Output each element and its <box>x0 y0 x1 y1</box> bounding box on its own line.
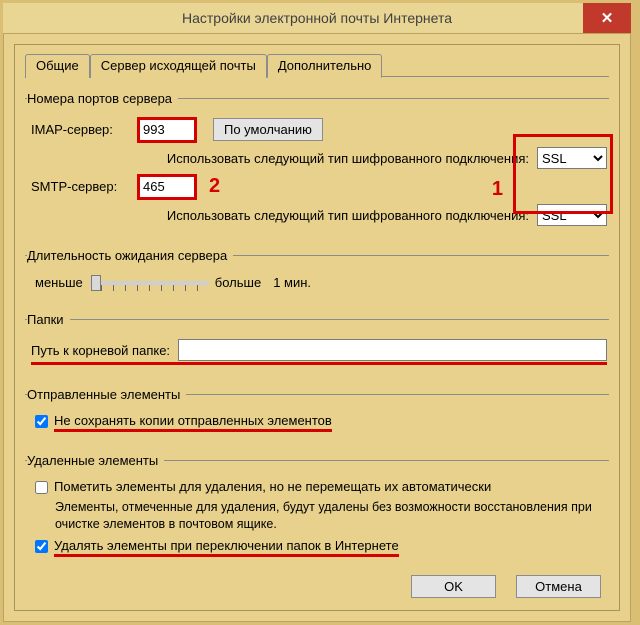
smtp-label: SMTP-сервер: <box>31 179 139 194</box>
smtp-encryption-select[interactable]: SSL <box>537 204 607 226</box>
group-deleted-items-legend: Удаленные элементы <box>27 453 164 468</box>
group-folders-legend: Папки <box>27 312 70 327</box>
group-sent-items-legend: Отправленные элементы <box>27 387 186 402</box>
timeout-value: 1 мин. <box>273 275 311 290</box>
row-root-path: Путь к корневой папке: <box>31 339 607 365</box>
group-server-ports: Номера портов сервера IMAP-сервер: По ум… <box>25 91 609 234</box>
dialog-inner: Общие Сервер исходящей почты Дополнитель… <box>14 44 620 611</box>
imap-encryption-select[interactable]: SSL <box>537 147 607 169</box>
root-path-input[interactable] <box>178 339 607 361</box>
nosave-copies-checkbox[interactable] <box>35 415 48 428</box>
deletion-note: Элементы, отмеченные для удаления, будут… <box>55 499 607 533</box>
dialog-footer: OK Отмена <box>411 575 601 598</box>
row-imap-encryption: Использовать следующий тип шифрованного … <box>27 147 607 169</box>
window-frame: Настройки электронной почты Интернета ✕ … <box>0 0 634 619</box>
imap-port-input[interactable] <box>139 119 195 141</box>
close-icon: ✕ <box>601 9 614 27</box>
purge-on-switch-checkbox[interactable] <box>35 540 48 553</box>
close-button[interactable]: ✕ <box>583 3 631 33</box>
mark-for-deletion-label[interactable]: Пометить элементы для удаления, но не пе… <box>54 479 491 494</box>
mark-for-deletion-checkbox[interactable] <box>35 481 48 494</box>
smtp-port-input[interactable] <box>139 176 195 198</box>
tab-outgoing-server[interactable]: Сервер исходящей почты <box>90 54 267 78</box>
row-smtp-encryption: Использовать следующий тип шифрованного … <box>27 204 607 226</box>
slider-thumb[interactable] <box>91 275 101 291</box>
tab-bar: Общие Сервер исходящей почты Дополнитель… <box>25 54 609 78</box>
row-mark-for-deletion: Пометить элементы для удаления, но не пе… <box>27 479 607 494</box>
row-timeout: меньше больше 1 мин. <box>27 275 607 290</box>
window-title: Настройки электронной почты Интернета <box>3 10 631 26</box>
title-bar: Настройки электронной почты Интернета ✕ <box>3 3 631 33</box>
group-sent-items: Отправленные элементы Не сохранять копии… <box>25 387 609 439</box>
root-path-label: Путь к корневой папке: <box>31 343 170 358</box>
imap-encryption-label: Использовать следующий тип шифрованного … <box>167 151 529 166</box>
timeout-less-label: меньше <box>35 275 83 290</box>
timeout-more-label: больше <box>215 275 261 290</box>
ok-button[interactable]: OK <box>411 575 496 598</box>
purge-on-switch-label[interactable]: Удалять элементы при переключении папок … <box>54 538 399 557</box>
smtp-encryption-label: Использовать следующий тип шифрованного … <box>167 208 529 223</box>
group-timeout-legend: Длительность ожидания сервера <box>27 248 233 263</box>
group-server-ports-legend: Номера портов сервера <box>27 91 178 106</box>
group-deleted-items: Удаленные элементы Пометить элементы для… <box>25 453 609 564</box>
tab-general[interactable]: Общие <box>25 54 90 78</box>
dialog-panel: Общие Сервер исходящей почты Дополнитель… <box>3 33 631 622</box>
row-purge-on-switch: Удалять элементы при переключении папок … <box>27 538 607 557</box>
row-imap: IMAP-сервер: По умолчанию <box>27 118 607 141</box>
default-ports-button[interactable]: По умолчанию <box>213 118 323 141</box>
group-timeout: Длительность ожидания сервера меньше бол… <box>25 248 609 298</box>
timeout-slider[interactable] <box>89 281 209 285</box>
annotation-two: 2 <box>209 175 220 198</box>
cancel-button[interactable]: Отмена <box>516 575 601 598</box>
row-nosave-copies: Не сохранять копии отправленных элементо… <box>27 413 607 432</box>
nosave-copies-label[interactable]: Не сохранять копии отправленных элементо… <box>54 413 332 432</box>
imap-label: IMAP-сервер: <box>31 122 139 137</box>
row-smtp: SMTP-сервер: 2 <box>27 175 607 198</box>
group-folders: Папки Путь к корневой папке: <box>25 312 609 373</box>
tab-advanced[interactable]: Дополнительно <box>267 54 383 78</box>
highlight-box-encryption <box>513 134 613 214</box>
